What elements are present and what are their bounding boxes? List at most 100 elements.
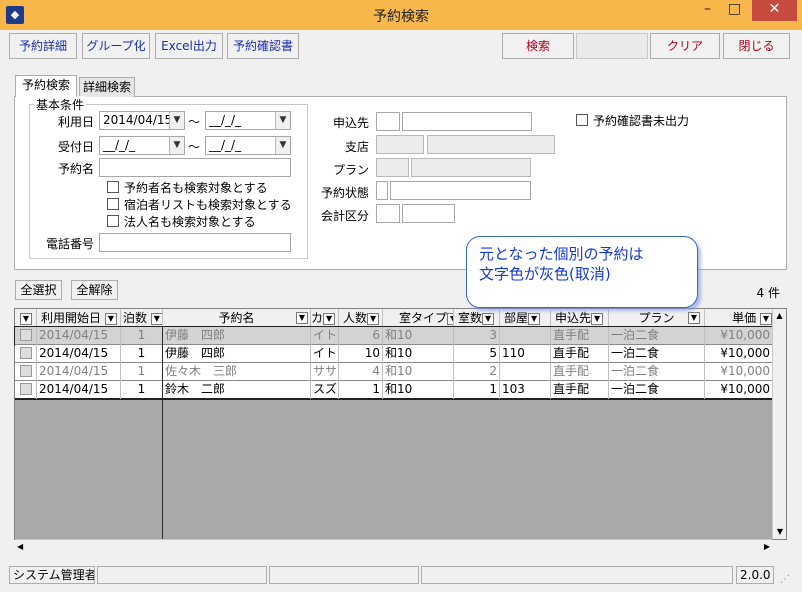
- table-row[interactable]: 2014/04/15 1 佐々木 三郎 ササキ 4 和10 2 直手配 一泊二食…: [15, 363, 772, 381]
- header-applicant[interactable]: 申込先 ▼: [551, 309, 609, 327]
- header-people[interactable]: 人数 ▼: [339, 309, 383, 327]
- chevron-down-icon[interactable]: ▼: [323, 312, 336, 325]
- accept-date-from-value: __/_/_: [103, 138, 136, 152]
- search-booker-name-checkbox[interactable]: [107, 181, 119, 193]
- row-price: ¥10,000: [720, 364, 770, 378]
- title-bar: 予約検索: [0, 0, 802, 30]
- row-people: 1: [339, 381, 383, 399]
- chevron-down-icon[interactable]: ▼: [150, 312, 162, 325]
- accept-date-label: 受付日: [57, 140, 94, 154]
- scroll-up-icon[interactable]: ▲: [773, 309, 786, 323]
- clear-button[interactable]: クリア: [650, 33, 720, 59]
- header-nights[interactable]: 泊数 ▼: [121, 309, 163, 327]
- header-check-col[interactable]: ▼: [15, 309, 37, 327]
- header-rooms[interactable]: 室数 ▼: [454, 309, 500, 327]
- row-start-date: 2014/04/15: [37, 381, 121, 399]
- row-name: 鈴木 二郎: [163, 381, 311, 399]
- deselect-all-button[interactable]: 全解除: [71, 280, 118, 300]
- reservation-name-input[interactable]: [99, 158, 291, 177]
- scroll-left-icon[interactable]: ◀: [17, 540, 23, 553]
- range-tilde: 〜: [188, 115, 201, 129]
- chevron-down-icon[interactable]: ▼: [296, 312, 308, 324]
- status-label: 予約状態: [320, 186, 369, 200]
- tab-basic-search[interactable]: 予約検索: [15, 75, 77, 97]
- status-name-input[interactable]: [390, 181, 531, 200]
- account-code-input[interactable]: [376, 204, 400, 223]
- callout-line-1: 元となった個別の予約は: [479, 245, 644, 263]
- select-all-button[interactable]: 全選択: [15, 280, 62, 300]
- chevron-down-icon[interactable]: ▼: [275, 137, 290, 154]
- group-label: 基本条件: [34, 96, 87, 113]
- row-rooms: 1: [454, 381, 500, 399]
- reservation-detail-button[interactable]: 予約詳細: [9, 33, 77, 59]
- chevron-down-icon[interactable]: ▼: [760, 312, 772, 325]
- table-row[interactable]: 2014/04/15 1 鈴木 二郎 スズキ 1 和10 1 103 直手配 一…: [15, 381, 772, 400]
- table-row[interactable]: 2014/04/15 1 伊藤 四郎 イトウ 6 和10 3 直手配 一泊二食 …: [14, 326, 773, 346]
- use-date-from-field[interactable]: 2014/04/15 ▼: [99, 111, 185, 130]
- toolbar-blank-slot: [576, 33, 648, 59]
- applicant-code-input[interactable]: [376, 112, 400, 131]
- accept-date-to-field[interactable]: __/_/_ ▼: [205, 136, 291, 155]
- row-checkbox[interactable]: [20, 347, 32, 359]
- chevron-down-icon[interactable]: ▼: [447, 312, 453, 325]
- row-kana: ササキ: [311, 363, 339, 381]
- tab-detail-search[interactable]: 詳細検索: [79, 77, 135, 97]
- chevron-down-icon[interactable]: ▼: [482, 312, 495, 325]
- header-rooms-label: 室数: [458, 311, 483, 325]
- header-reservation-name[interactable]: 予約名 ▼: [163, 309, 311, 327]
- row-people: 6: [339, 327, 383, 345]
- header-kana-label: カ: [311, 311, 324, 325]
- horizontal-scrollbar[interactable]: ◀ ▶: [15, 539, 772, 553]
- excel-export-button[interactable]: Excel出力: [155, 33, 223, 59]
- header-price[interactable]: 単価 ▼: [705, 309, 772, 327]
- search-corporate-name-checkbox[interactable]: [107, 215, 119, 227]
- accept-date-from-field[interactable]: __/_/_ ▼: [99, 136, 185, 155]
- scroll-down-icon[interactable]: ▼: [773, 525, 787, 539]
- close-icon[interactable]: ✕: [752, 0, 797, 21]
- phone-input[interactable]: [99, 233, 291, 252]
- row-start-date: 2014/04/15: [37, 345, 121, 363]
- chevron-down-icon[interactable]: ▼: [275, 112, 290, 129]
- chevron-down-icon[interactable]: ▼: [169, 112, 184, 129]
- row-checkbox[interactable]: [20, 329, 32, 341]
- chevron-down-icon[interactable]: ▼: [591, 312, 604, 325]
- applicant-name-input[interactable]: [402, 112, 532, 131]
- chevron-down-icon[interactable]: ▼: [688, 312, 700, 324]
- use-date-to-field[interactable]: __/_/_ ▼: [205, 111, 291, 130]
- confirmation-button[interactable]: 予約確認書: [227, 33, 299, 59]
- use-date-to-value: __/_/_: [209, 113, 242, 127]
- branch-name-input: [427, 135, 555, 154]
- scroll-right-icon[interactable]: ▶: [764, 540, 770, 553]
- table-row[interactable]: 2014/04/15 1 伊藤 四郎 イトウ 10 和10 5 110 直手配 …: [15, 345, 772, 363]
- close-button[interactable]: 閉じる: [723, 33, 790, 59]
- search-corporate-name-label: 法人名も検索対象とする: [124, 215, 256, 229]
- chevron-down-icon[interactable]: ▼: [20, 312, 32, 325]
- row-price: ¥10,000: [720, 382, 770, 396]
- vertical-scrollbar[interactable]: ▲ ▼: [772, 309, 786, 539]
- maximize-icon[interactable]: □: [721, 0, 748, 21]
- search-button[interactable]: 検索: [502, 33, 574, 59]
- header-kana[interactable]: カ ▼: [311, 309, 339, 327]
- row-checkbox[interactable]: [20, 365, 32, 377]
- account-name-input[interactable]: [402, 204, 455, 223]
- header-plan[interactable]: プラン ▼: [609, 309, 705, 327]
- grid-header: ▼ 利用開始日 ▼ 泊数 ▼ 予約名 ▼ カ▼ 人数▼ 室タイプ▼ 室数▼ 部屋…: [15, 309, 772, 327]
- group-button[interactable]: グループ化: [82, 33, 150, 59]
- header-room-no[interactable]: 部屋 ▼: [500, 309, 551, 327]
- chevron-down-icon[interactable]: ▼: [104, 312, 117, 325]
- header-start-date[interactable]: 利用開始日 ▼: [37, 309, 121, 327]
- row-room-type: 和10: [383, 345, 454, 363]
- minimize-icon[interactable]: –: [694, 0, 721, 21]
- status-code-input[interactable]: [376, 181, 388, 200]
- unprinted-checkbox[interactable]: [576, 114, 588, 126]
- header-room-type[interactable]: 室タイプ▼: [383, 309, 454, 327]
- range-tilde: 〜: [188, 140, 201, 154]
- row-name: 伊藤 四郎: [163, 345, 311, 363]
- chevron-down-icon[interactable]: ▼: [169, 137, 184, 154]
- chevron-down-icon[interactable]: ▼: [367, 312, 380, 325]
- resize-grip-icon[interactable]: ⋰: [780, 574, 790, 585]
- row-price: ¥10,000: [720, 328, 770, 342]
- row-checkbox[interactable]: [20, 383, 32, 395]
- search-guest-list-checkbox[interactable]: [107, 198, 119, 210]
- chevron-down-icon[interactable]: ▼: [528, 312, 541, 325]
